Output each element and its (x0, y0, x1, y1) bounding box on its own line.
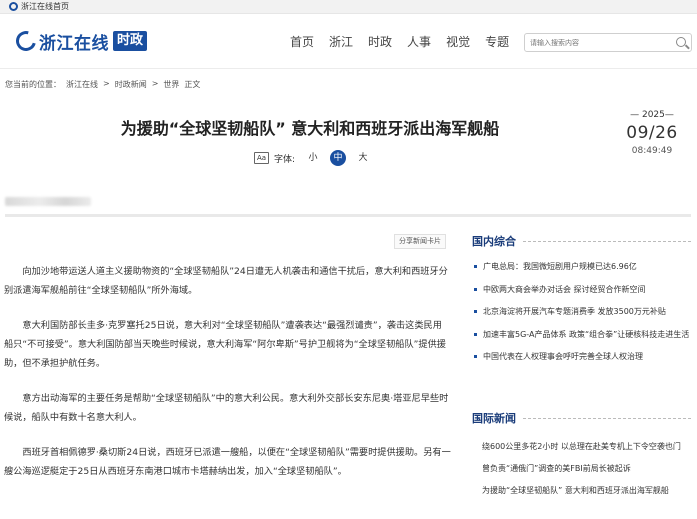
main-nav: 首页 浙江 时政 人事 视觉 专题 (290, 34, 524, 50)
font-size-icon: Aa (254, 152, 269, 164)
search-box (524, 33, 692, 52)
breadcrumb-link-world[interactable]: 世界 (163, 79, 179, 90)
article-source-blurred (5, 197, 91, 206)
nav-item-visual[interactable]: 视觉 (446, 34, 470, 50)
breadcrumb-prefix: 您当前的位置： (5, 80, 61, 89)
breadcrumb-link-zjol[interactable]: 浙江在线 (66, 79, 98, 90)
nav-item-topics[interactable]: 专题 (485, 34, 509, 50)
domestic-section-title: 国内综合 (472, 235, 516, 248)
nav-item-personnel[interactable]: 人事 (407, 34, 431, 50)
header-divider (0, 68, 697, 69)
font-size-small[interactable]: 小 (305, 150, 321, 166)
international-news-list: 绕600公里多花2小时 以总理在赴美专机上下令空袭也门 曾负责“通俄门”调查的美… (472, 441, 691, 496)
news-link[interactable]: 北京海淀将开展汽车专题消费季 发放3500万元补贴 (472, 306, 691, 317)
publish-time: 08:49:49 (631, 146, 673, 156)
search-input[interactable] (530, 35, 670, 50)
font-size-large[interactable]: 大 (355, 150, 371, 166)
section-rule (523, 240, 691, 242)
news-link[interactable]: 广电总局：我国微短剧用户规模已达6.96亿 (472, 261, 691, 272)
article-title: 为援助“全球坚韧船队” 意大利和西班牙派出海军舰船 (120, 119, 500, 138)
news-link[interactable]: 绕600公里多花2小时 以总理在赴美专机上下令空袭也门 (472, 441, 691, 452)
article-paragraph: 西班牙首相佩德罗·桑切斯24日说，西班牙已派遣一艘船，以便在“全球坚韧船队”需要… (4, 447, 451, 477)
font-size-control: Aa 字体: 小 中 大 (254, 150, 380, 166)
home-icon (9, 2, 18, 11)
article-paragraph: 向加沙地带运送人道主义援助物资的“全球坚韧船队”24日遭无人机袭击和通信干扰后，… (4, 266, 448, 296)
font-size-label: 字体: (274, 154, 296, 165)
breadcrumb-link-politics[interactable]: 时政新闻 (115, 79, 147, 90)
nav-item-politics[interactable]: 时政 (368, 34, 392, 50)
share-card-button[interactable]: 分享新闻卡片 (394, 234, 446, 249)
nav-item-zhejiang[interactable]: 浙江 (329, 34, 353, 50)
international-section: 国际新闻 绕600公里多花2小时 以总理在赴美专机上下令空袭也门 曾负责“通俄门… (472, 409, 691, 507)
international-section-header: 国际新闻 (472, 409, 691, 427)
logo-text: 浙江在线 (39, 33, 109, 54)
site-logo[interactable]: 浙江在线 时政 (12, 27, 148, 55)
homepage-link[interactable]: 浙江在线首页 (21, 1, 69, 13)
section-rule (523, 417, 691, 419)
breadcrumb: 您当前的位置： 浙江在线 > 时政新闻 > 世界 正文 (5, 79, 205, 90)
top-strip: 浙江在线首页 (0, 0, 697, 14)
international-section-title: 国际新闻 (472, 412, 516, 425)
publish-year: — 2025— (630, 110, 674, 120)
breadcrumb-current: 正文 (184, 80, 201, 89)
news-link[interactable]: 中国代表在人权理事会呼吁完善全球人权治理 (472, 351, 691, 362)
section-badge: 时政 (113, 31, 148, 51)
breadcrumb-separator: > (103, 79, 110, 88)
article-paragraph: 意大利国防部长圭多·克罗塞托25日说，意大利对“全球坚韧船队”遭袭表达“最强烈谴… (4, 320, 446, 369)
site-header: 浙江在线 时政 首页 浙江 时政 人事 视觉 专题 (0, 14, 697, 68)
breadcrumb-separator: > (151, 79, 159, 88)
news-link[interactable]: 曾负责“通俄门”调查的美FBI前局长被起诉 (472, 463, 691, 474)
content-divider (5, 214, 691, 217)
domestic-news-list: 广电总局：我国微短剧用户规模已达6.96亿 中欧两大商会举办对话会 探讨经贸合作… (472, 261, 691, 362)
publish-date: — 2025— 09/26 08:49:49 (615, 108, 689, 158)
logo-ring-icon (12, 27, 40, 55)
font-size-medium[interactable]: 中 (330, 150, 347, 166)
article-body: 向加沙地带运送人道主义援助物资的“全球坚韧船队”24日遭无人机袭击和通信干扰后，… (4, 262, 451, 497)
news-link[interactable]: 加速丰富5G-A产品体系 政策“组合拳”让硬核科技走进生活 (472, 329, 691, 340)
nav-item-home[interactable]: 首页 (290, 34, 314, 50)
sidebar: 国内综合 广电总局：我国微短剧用户规模已达6.96亿 中欧两大商会举办对话会 探… (472, 232, 691, 495)
search-icon[interactable] (676, 37, 686, 47)
article-paragraph: 意方出动海军的主要任务是帮助“全球坚韧船队”中的意大利公民。意大利外交部长安东尼… (4, 393, 449, 423)
publish-month-day: 09/26 (626, 123, 678, 143)
news-link[interactable]: 中欧两大商会举办对话会 探讨经贸合作新空间 (472, 284, 691, 295)
news-link[interactable]: 为援助“全球坚韧船队” 意大利和西班牙派出海军舰船 (472, 485, 691, 496)
domestic-section-header: 国内综合 (472, 232, 691, 250)
